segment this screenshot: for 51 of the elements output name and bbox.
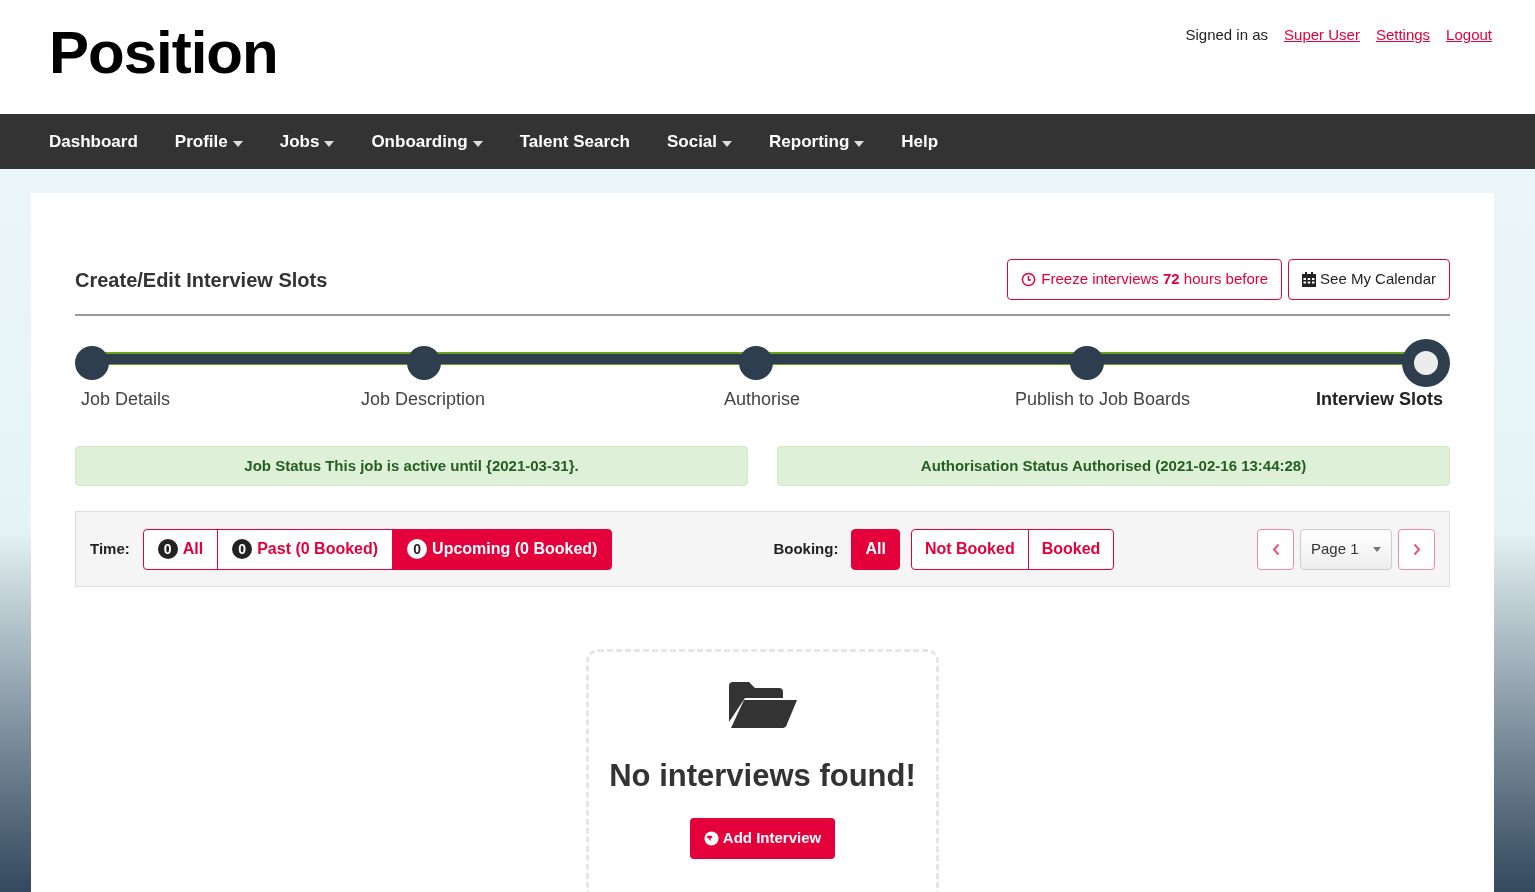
nav-item[interactable]: Onboarding	[371, 128, 483, 155]
caret-icon	[472, 140, 483, 147]
count-badge: 0	[407, 539, 428, 559]
see-my-calendar-button[interactable]: See My Calendar	[1288, 259, 1450, 300]
job-status-alert: Job Status This job is active until {2021-03-31}.	[75, 446, 748, 486]
step-label: Interview Slots	[1316, 388, 1444, 411]
step-label: Authorise	[724, 388, 801, 411]
nav-item[interactable]: Help	[901, 128, 939, 155]
user-link[interactable]: Super User	[1284, 23, 1360, 47]
time-label: Time:	[90, 538, 130, 559]
nav-item[interactable]: Jobs	[279, 128, 335, 155]
step-label: Job Details	[81, 388, 171, 411]
caret-icon	[232, 140, 243, 147]
nav-item[interactable]: Reporting	[769, 128, 865, 155]
caret-icon	[722, 140, 733, 147]
logo: Position	[49, 22, 278, 84]
nav-item[interactable]: Talent Search	[519, 128, 630, 155]
page-select[interactable]: Page 1	[1300, 528, 1392, 570]
count-badge: 0	[157, 539, 178, 559]
booking-filter-tab[interactable]: Not Booked	[910, 528, 1029, 570]
caret-icon	[854, 140, 865, 147]
step-label: Job Description	[361, 388, 486, 411]
nav-item[interactable]: Dashboard	[49, 128, 138, 155]
freeze-interviews-button[interactable]: Freeze interviews 72 hours before	[1007, 259, 1283, 300]
step-marker[interactable]	[75, 346, 109, 380]
caret-icon	[324, 140, 335, 147]
time-filter-tab[interactable]: 0 All	[142, 528, 219, 570]
chevron-left-icon	[1271, 542, 1280, 556]
nav-item[interactable]: Social	[666, 128, 733, 155]
globe-icon	[703, 830, 719, 846]
add-interview-button[interactable]: Add Interview	[689, 817, 836, 859]
signed-in-label: Signed in as	[1185, 24, 1269, 45]
step-marker[interactable]	[1402, 339, 1450, 387]
time-filter-tab[interactable]: 0 Past (0 Booked)	[217, 528, 394, 570]
step-label: Publish to Job Boards	[1015, 388, 1191, 411]
folder-icon	[728, 682, 797, 728]
authorisation-status-alert: Authorisation Status Authorised (2021-02-16 13:44:28)	[777, 446, 1450, 486]
clock-icon	[1021, 272, 1037, 287]
page-title: Create/Edit Interview Slots	[75, 267, 328, 293]
booking-label: Booking:	[773, 538, 839, 559]
calendar-icon	[1302, 272, 1317, 287]
time-filter-tab[interactable]: 0 Upcoming (0 Booked)	[392, 528, 613, 570]
user-link[interactable]: Settings	[1375, 23, 1431, 47]
caret-icon	[1373, 546, 1381, 552]
count-badge: 0	[232, 539, 253, 559]
empty-message: No interviews found!	[609, 757, 916, 795]
nav-item[interactable]: Profile	[174, 128, 243, 155]
booking-filter-tab[interactable]: All	[851, 528, 900, 570]
booking-filter-tab[interactable]: Booked	[1027, 528, 1115, 570]
chevron-right-icon	[1412, 542, 1421, 556]
user-link[interactable]: Logout	[1446, 23, 1492, 47]
